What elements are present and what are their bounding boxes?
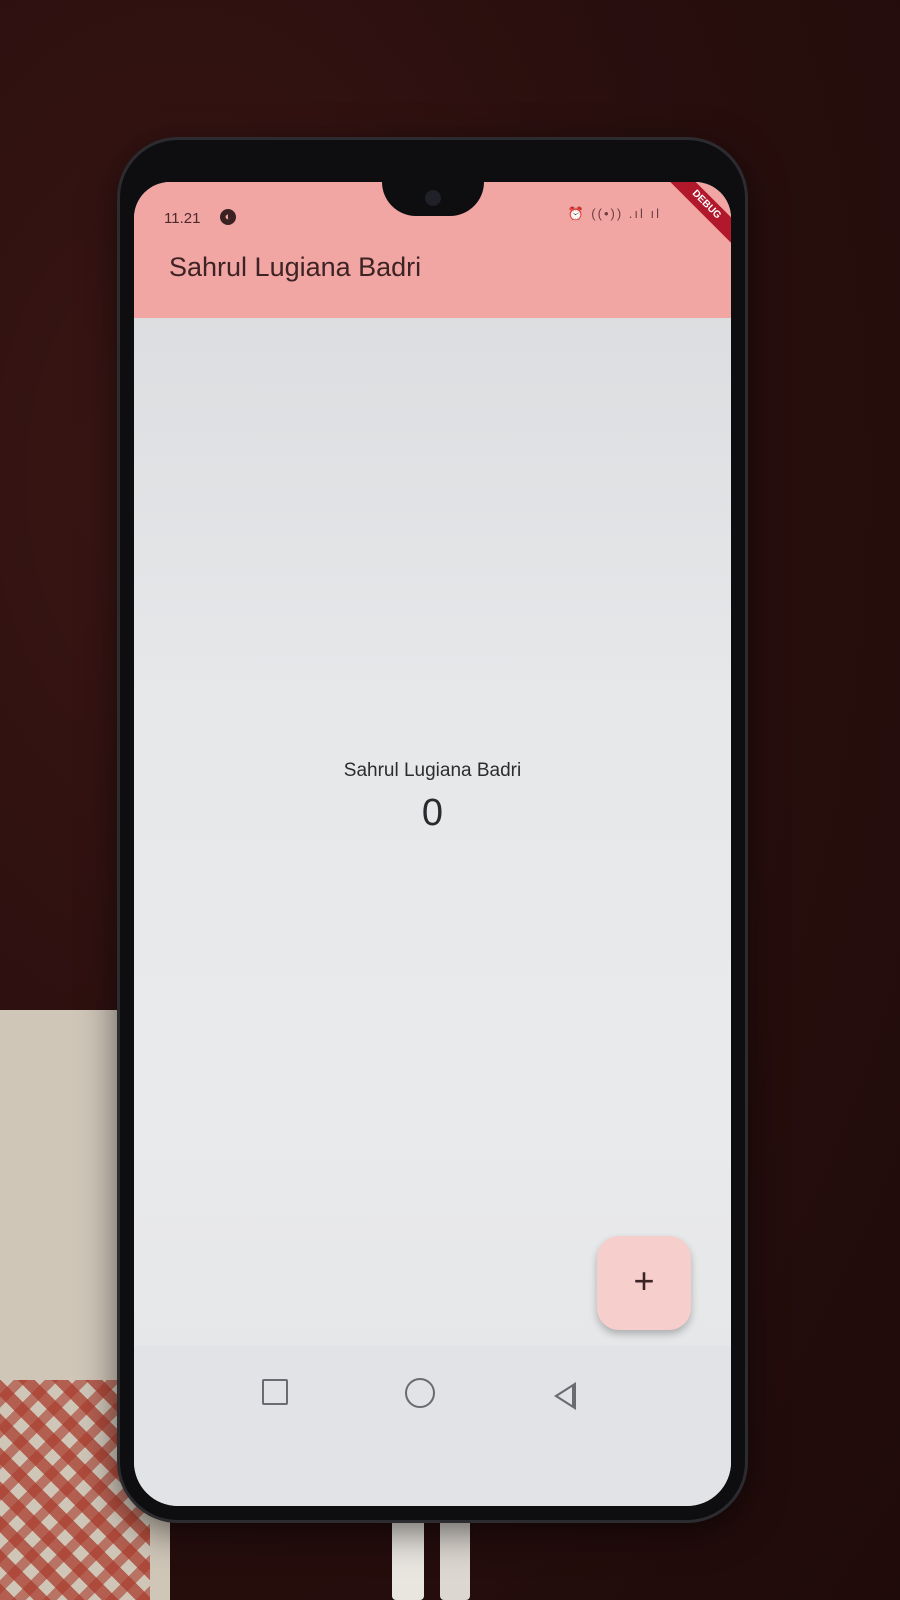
back-icon-inner [558, 1387, 572, 1405]
body-label: Sahrul Lugiana Badri [343, 760, 522, 781]
page-title: Sahrul Lugiana Badri [169, 252, 422, 282]
plus-icon: + [633, 1260, 655, 1301]
phone: 11.21 ◐ ⏰ ((•)) .ıl ıl DEBUG Sahrul Lugi… [120, 140, 745, 1520]
status-notification-icon: ◐ [220, 209, 236, 225]
increment-fab-button[interactable]: + [597, 1236, 691, 1330]
status-time: 11.21 [164, 210, 201, 227]
phone-screen: 11.21 ◐ ⏰ ((•)) .ıl ıl DEBUG Sahrul Lugi… [134, 182, 731, 1506]
home-icon[interactable] [405, 1378, 435, 1408]
status-icons: ⏰ ((•)) .ıl ıl [567, 206, 661, 221]
debug-banner: DEBUG [660, 182, 731, 251]
front-camera [425, 190, 441, 206]
system-nav-bar [134, 1346, 731, 1506]
counter-value: 0 [421, 792, 444, 834]
recent-apps-icon[interactable] [262, 1379, 288, 1405]
